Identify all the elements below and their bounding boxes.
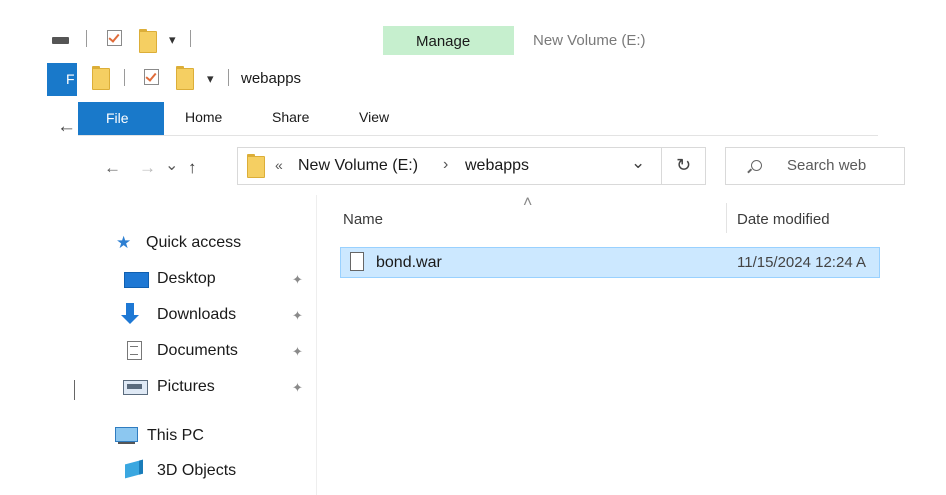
downloads-icon-arrow: [121, 315, 139, 324]
drive-icon: [52, 37, 69, 44]
tab-file-label: File: [106, 110, 129, 126]
downloads-icon: [126, 303, 134, 315]
new-folder-icon[interactable]: [139, 29, 157, 53]
inner-file-letter: F: [66, 71, 75, 87]
sidebar-this-pc[interactable]: This PC: [112, 422, 302, 450]
breadcrumb-new-volume[interactable]: New Volume (E:): [298, 157, 418, 175]
sidebar-item-documents[interactable]: Documents ✦: [120, 337, 310, 365]
qat-separator: [228, 69, 229, 86]
qat-separator: [86, 30, 87, 47]
search-input[interactable]: Search web: [787, 157, 866, 174]
address-dropdown-icon[interactable]: ⌄: [631, 153, 645, 173]
3d-objects-icon: [125, 459, 143, 479]
file-row[interactable]: bond.war 11/15/2024 12:24 A: [340, 247, 880, 278]
qat-separator: [190, 30, 191, 47]
this-pc-label: This PC: [147, 427, 204, 444]
qat-dropdown-icon[interactable]: ▾: [169, 32, 176, 48]
column-header-date-modified[interactable]: Date modified: [737, 211, 830, 228]
documents-icon-lines: [130, 346, 138, 355]
recent-locations-button[interactable]: ⌄: [165, 155, 178, 175]
sidebar-item-3d-objects[interactable]: 3D Objects: [120, 457, 310, 485]
quick-access-label: Quick access: [146, 234, 242, 251]
address-bar[interactable]: « New Volume (E:) › webapps ⌄ ↻: [237, 147, 706, 185]
sidebar-item-label: Documents: [157, 342, 238, 359]
refresh-icon[interactable]: ↻: [676, 155, 691, 176]
search-box[interactable]: Search web: [725, 147, 905, 185]
sidebar: ★ Quick access Desktop ✦ Downloads ✦ Doc…: [0, 200, 316, 495]
column-divider[interactable]: [726, 203, 727, 233]
forward-button[interactable]: →: [139, 158, 156, 178]
tab-share[interactable]: Share: [272, 109, 309, 125]
inner-folder-icon: [92, 66, 110, 90]
file-icon: [350, 252, 364, 271]
manage-context-tab[interactable]: Manage: [383, 26, 514, 55]
sidebar-item-label: Desktop: [157, 270, 216, 287]
file-name: bond.war: [376, 254, 442, 271]
inner-qat-dropdown-icon[interactable]: ▾: [207, 71, 214, 87]
address-folder-icon: [247, 154, 265, 178]
qat-separator: [124, 69, 125, 86]
pin-icon[interactable]: ✦: [292, 272, 303, 288]
inner-properties-check-icon[interactable]: [144, 69, 159, 85]
pin-icon[interactable]: ✦: [292, 344, 303, 360]
address-divider: [661, 148, 662, 184]
tab-view[interactable]: View: [359, 109, 389, 125]
file-date-modified: 11/15/2024 12:24 A: [737, 254, 867, 271]
file-list: ˄ Name Date modified bond.war 11/15/2024…: [318, 194, 946, 495]
this-pc-icon: [115, 427, 138, 442]
sidebar-item-downloads[interactable]: Downloads ✦: [120, 301, 310, 329]
sort-up-icon: ˄: [523, 194, 533, 211]
address-overflow[interactable]: «: [275, 157, 283, 173]
this-pc-stand: [118, 442, 135, 444]
tab-file[interactable]: File: [78, 102, 164, 135]
breadcrumb-webapps[interactable]: webapps: [465, 157, 529, 175]
properties-check-icon[interactable]: [107, 30, 122, 46]
sidebar-item-label: 3D Objects: [157, 462, 237, 479]
star-icon: ★: [116, 233, 132, 252]
sidebar-quick-access[interactable]: ★ Quick access: [115, 230, 295, 258]
search-icon: [751, 160, 762, 171]
pin-icon[interactable]: ✦: [292, 380, 303, 396]
search-icon-handle: [747, 168, 752, 174]
inner-file-tab[interactable]: F: [47, 63, 77, 96]
manage-tab-label: Manage: [416, 33, 471, 50]
pin-icon[interactable]: ✦: [292, 308, 303, 324]
pictures-icon-inner: [127, 384, 142, 389]
sidebar-item-label: Downloads: [157, 306, 237, 323]
sidebar-item-pictures[interactable]: Pictures ✦: [120, 373, 310, 401]
window-title: New Volume (E:): [533, 32, 646, 49]
ribbon-divider: [78, 135, 878, 136]
back-button[interactable]: ←: [104, 158, 121, 178]
outer-back-icon[interactable]: ←: [57, 116, 76, 138]
sidebar-scroll-marker[interactable]: [74, 380, 75, 400]
up-button[interactable]: ↑: [188, 158, 197, 178]
inner-window-title: webapps: [241, 70, 302, 87]
tab-home[interactable]: Home: [185, 109, 222, 125]
inner-new-folder-icon[interactable]: [176, 66, 194, 90]
sidebar-item-label: Pictures: [157, 378, 215, 395]
column-header-name[interactable]: Name: [343, 211, 383, 228]
sidebar-divider[interactable]: [316, 195, 317, 495]
title-bar: ▾ Manage New Volume (E:): [0, 0, 946, 60]
sidebar-item-desktop[interactable]: Desktop ✦: [120, 265, 310, 293]
breadcrumb-separator[interactable]: ›: [443, 156, 448, 174]
desktop-icon: [124, 272, 149, 288]
